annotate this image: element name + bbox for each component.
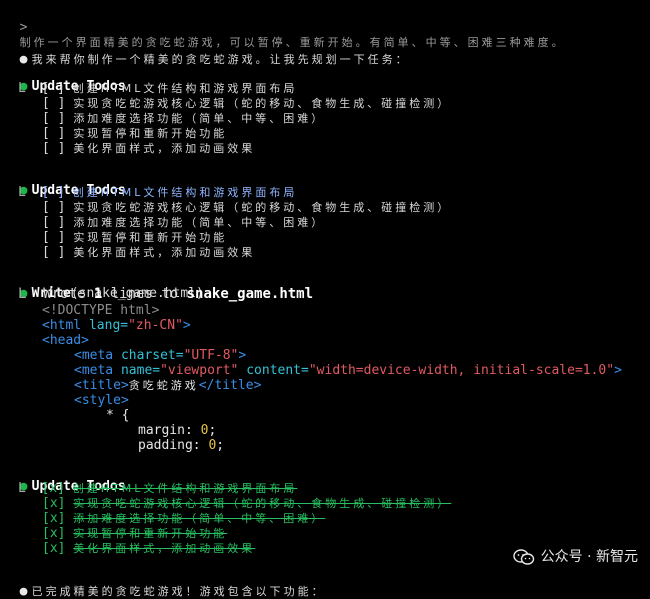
tree-branch-icon: L: [18, 481, 42, 496]
todo-text: 实现贪吃蛇游戏核心逻辑（蛇的移动、食物生成、碰撞检测）: [73, 201, 452, 214]
checkbox: [ ]: [42, 230, 66, 245]
checkbox: [ ]: [42, 200, 66, 215]
todo-item-active: L [ ] 创建HTML文件结构和游戏界面布局: [18, 185, 297, 200]
todo-text: 实现贪吃蛇游戏核心逻辑（蛇的移动、食物生成、碰撞检测）: [73, 97, 452, 110]
code-line: margin: 0;: [138, 423, 217, 438]
tree-branch-icon: L: [18, 185, 42, 200]
watermark-text: 公众号 · 新智元: [540, 548, 638, 565]
todo-text: 实现暂停和重新开始功能: [73, 527, 228, 540]
todo-item-done: [x] 添加难度选择功能（简单、中等、困难）: [42, 511, 325, 526]
todo-text: 创建HTML文件结构和游戏界面布局: [72, 82, 298, 95]
checkbox-checked: [x]: [41, 481, 65, 496]
todo-item: [ ] 美化界面样式，添加动画效果: [42, 141, 255, 156]
css-property: padding:: [138, 438, 209, 453]
checkbox: [ ]: [41, 81, 65, 96]
code-tag: <meta: [74, 363, 114, 378]
checkbox: [ ]: [42, 111, 66, 126]
result-prefix: Wrote: [43, 286, 94, 302]
checkbox: [ ]: [42, 215, 66, 230]
result-file: snake_game.html: [186, 286, 314, 302]
checkbox-checked: [x]: [42, 526, 66, 541]
todo-text: 添加难度选择功能（简单、中等、困难）: [73, 512, 326, 525]
todo-text: 添加难度选择功能（简单、中等、困难）: [73, 216, 326, 229]
todo-item: [ ] 实现贪吃蛇游戏核心逻辑（蛇的移动、食物生成、碰撞检测）: [42, 200, 451, 215]
todo-item-done: L [x] 创建HTML文件结构和游戏界面布局: [18, 481, 297, 496]
prompt-marker: >: [19, 20, 28, 35]
todo-item: [ ] 添加难度选择功能（简单、中等、困难）: [42, 111, 325, 126]
code-tag: <html: [42, 318, 82, 333]
todo-text: 实现暂停和重新开始功能: [73, 127, 228, 140]
code-tag: </title>: [198, 378, 262, 393]
code-tag: <meta: [74, 348, 114, 363]
todo-text: 实现暂停和重新开始功能: [73, 231, 228, 244]
todo-item-done: [x] 实现暂停和重新开始功能: [42, 526, 227, 541]
code-line: <meta charset="UTF-8">: [74, 348, 246, 363]
css-property: margin:: [138, 423, 201, 438]
checkbox: [ ]: [42, 126, 66, 141]
todo-text: 创建HTML文件结构和游戏界面布局: [72, 482, 298, 495]
todo-item: [ ] 添加难度选择功能（简单、中等、困难）: [42, 215, 325, 230]
todo-text: 美化界面样式，添加动画效果: [73, 542, 256, 555]
todo-item: L [ ] 创建HTML文件结构和游戏界面布局: [18, 81, 297, 96]
wechat-icon: [512, 549, 534, 565]
checkbox: [ ]: [41, 185, 65, 200]
checkbox: [ ]: [42, 141, 66, 156]
code-string: "zh-CN": [128, 318, 183, 333]
code-tag: <title>: [74, 378, 129, 393]
todo-text: 创建HTML文件结构和游戏界面布局: [72, 186, 298, 199]
code-tag: >: [614, 363, 622, 378]
todo-item: [ ] 实现暂停和重新开始功能: [42, 230, 227, 245]
code-tag: >: [182, 318, 191, 333]
code-string: "UTF-8": [183, 348, 239, 363]
code-attr: lang=: [81, 318, 129, 333]
code-attr: name=: [113, 363, 161, 378]
write-result: L Wrote 1 lines to snake_game.html: [18, 287, 313, 302]
watermark: 公众号 · 新智元: [512, 548, 638, 566]
code-text: 贪吃蛇游戏: [128, 379, 199, 392]
result-mid: lines to: [102, 286, 187, 302]
code-tag: >: [238, 348, 247, 363]
todo-item: [ ] 美化界面样式，添加动画效果: [42, 245, 255, 260]
todo-text: 美化界面样式，添加动画效果: [73, 142, 256, 155]
code-line: <!DOCTYPE html>: [42, 303, 160, 318]
code-line: padding: 0;: [138, 438, 225, 453]
todo-text: 添加难度选择功能（简单、中等、困难）: [73, 112, 326, 125]
todo-text: 美化界面样式，添加动画效果: [73, 246, 256, 259]
code-string: "width=device-width, initial-scale=1.0": [308, 363, 615, 378]
code-line: <meta name="viewport" content="width=dev…: [74, 363, 622, 378]
final-message-line: ● 已完成精美的贪吃蛇游戏！游戏包含以下功能：: [4, 569, 326, 599]
code-line: <style>: [74, 393, 129, 408]
bullet-icon: ●: [19, 584, 28, 599]
todo-text: 实现贪吃蛇游戏核心逻辑（蛇的移动、食物生成、碰撞检测）: [73, 497, 452, 510]
checkbox-checked: [x]: [42, 541, 66, 556]
code-attr: content=: [238, 363, 309, 378]
code-attr: charset=: [113, 348, 184, 363]
checkbox-checked: [x]: [42, 511, 66, 526]
tree-branch-icon: L: [18, 286, 44, 302]
checkbox: [ ]: [42, 245, 66, 260]
code-line: <title>贪吃蛇游戏</title>: [74, 378, 261, 393]
checkbox: [ ]: [42, 96, 66, 111]
code-line: <html lang="zh-CN">: [42, 318, 191, 333]
assistant-intro-line: ● 我来帮你制作一个精美的贪吃蛇游戏。让我先规划一下任务：: [4, 37, 410, 67]
todo-item-done: [x] 实现贪吃蛇游戏核心逻辑（蛇的移动、食物生成、碰撞检测）: [42, 496, 451, 511]
todo-item-done: [x] 美化界面样式，添加动画效果: [42, 541, 255, 556]
todo-item: [ ] 实现贪吃蛇游戏核心逻辑（蛇的移动、食物生成、碰撞检测）: [42, 96, 451, 111]
code-string: "viewport": [160, 363, 239, 378]
code-line: <head>: [42, 333, 89, 348]
todo-item: [ ] 实现暂停和重新开始功能: [42, 126, 227, 141]
code-line: * {: [106, 408, 130, 423]
tree-branch-icon: L: [18, 81, 42, 96]
checkbox-checked: [x]: [42, 496, 66, 511]
